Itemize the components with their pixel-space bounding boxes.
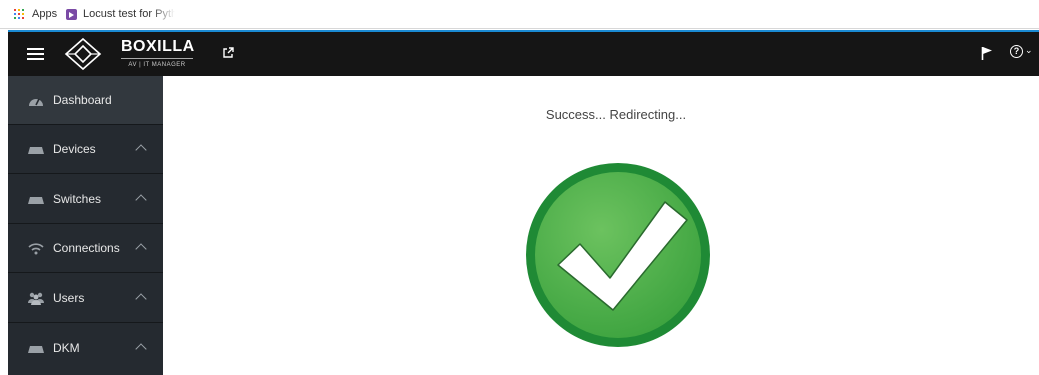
brand-divider [121,58,193,59]
chevron-up-icon[interactable] [135,194,147,206]
chevron-up-icon[interactable] [135,293,147,305]
chevron-up-icon[interactable] [135,243,147,255]
brand-name: BOXILLA [121,38,195,55]
wifi-icon [28,243,44,255]
sidebar: Dashboard Devices Switches Connections U… [8,76,163,375]
success-check-icon [526,163,710,347]
apps-grid-icon[interactable] [14,9,24,19]
sidebar-item-label: DKM [53,341,80,355]
users-icon [28,292,44,305]
devices-icon [28,147,44,154]
sidebar-item-users[interactable]: Users [8,274,163,323]
sidebar-item-dkm[interactable]: DKM [8,324,163,373]
boxilla-logo-icon[interactable] [63,37,103,71]
help-icon[interactable]: ? [1010,45,1023,58]
dkm-icon [28,346,44,353]
brand-subtitle: AV | IT MANAGER [128,62,186,68]
chevron-up-icon[interactable] [135,343,147,355]
bookmarks-bar: Apps Locust test for Pytho [0,0,1039,29]
dashboard-icon [29,98,43,106]
main-content: Success... Redirecting... [163,76,1039,375]
help-dropdown-caret-icon[interactable]: ⌄ [1025,45,1033,56]
sidebar-item-label: Connections [53,241,120,255]
bookmark-folder-icon [66,9,77,20]
status-message: Success... Redirecting... [545,107,687,122]
sidebar-item-label: Devices [53,142,96,156]
sidebar-item-label: Dashboard [53,93,112,107]
bookmark-apps[interactable]: Apps [32,8,57,20]
external-link-icon[interactable] [222,47,234,59]
chevron-up-icon[interactable] [135,144,147,156]
menu-icon[interactable] [27,47,44,61]
app-header: BOXILLA AV | IT MANAGER ? ⌄ [8,30,1039,76]
sidebar-item-connections[interactable]: Connections [8,224,163,273]
flag-icon[interactable] [981,46,993,60]
sidebar-item-label: Switches [53,192,102,206]
sidebar-item-dashboard[interactable]: Dashboard [8,76,163,125]
sidebar-item-devices[interactable]: Devices [8,125,163,174]
sidebar-item-switches[interactable]: Switches [8,175,163,224]
switches-icon [28,197,44,204]
sidebar-item-label: Users [53,291,85,305]
bookmark-locust-test[interactable]: Locust test for Pytho [83,8,175,20]
